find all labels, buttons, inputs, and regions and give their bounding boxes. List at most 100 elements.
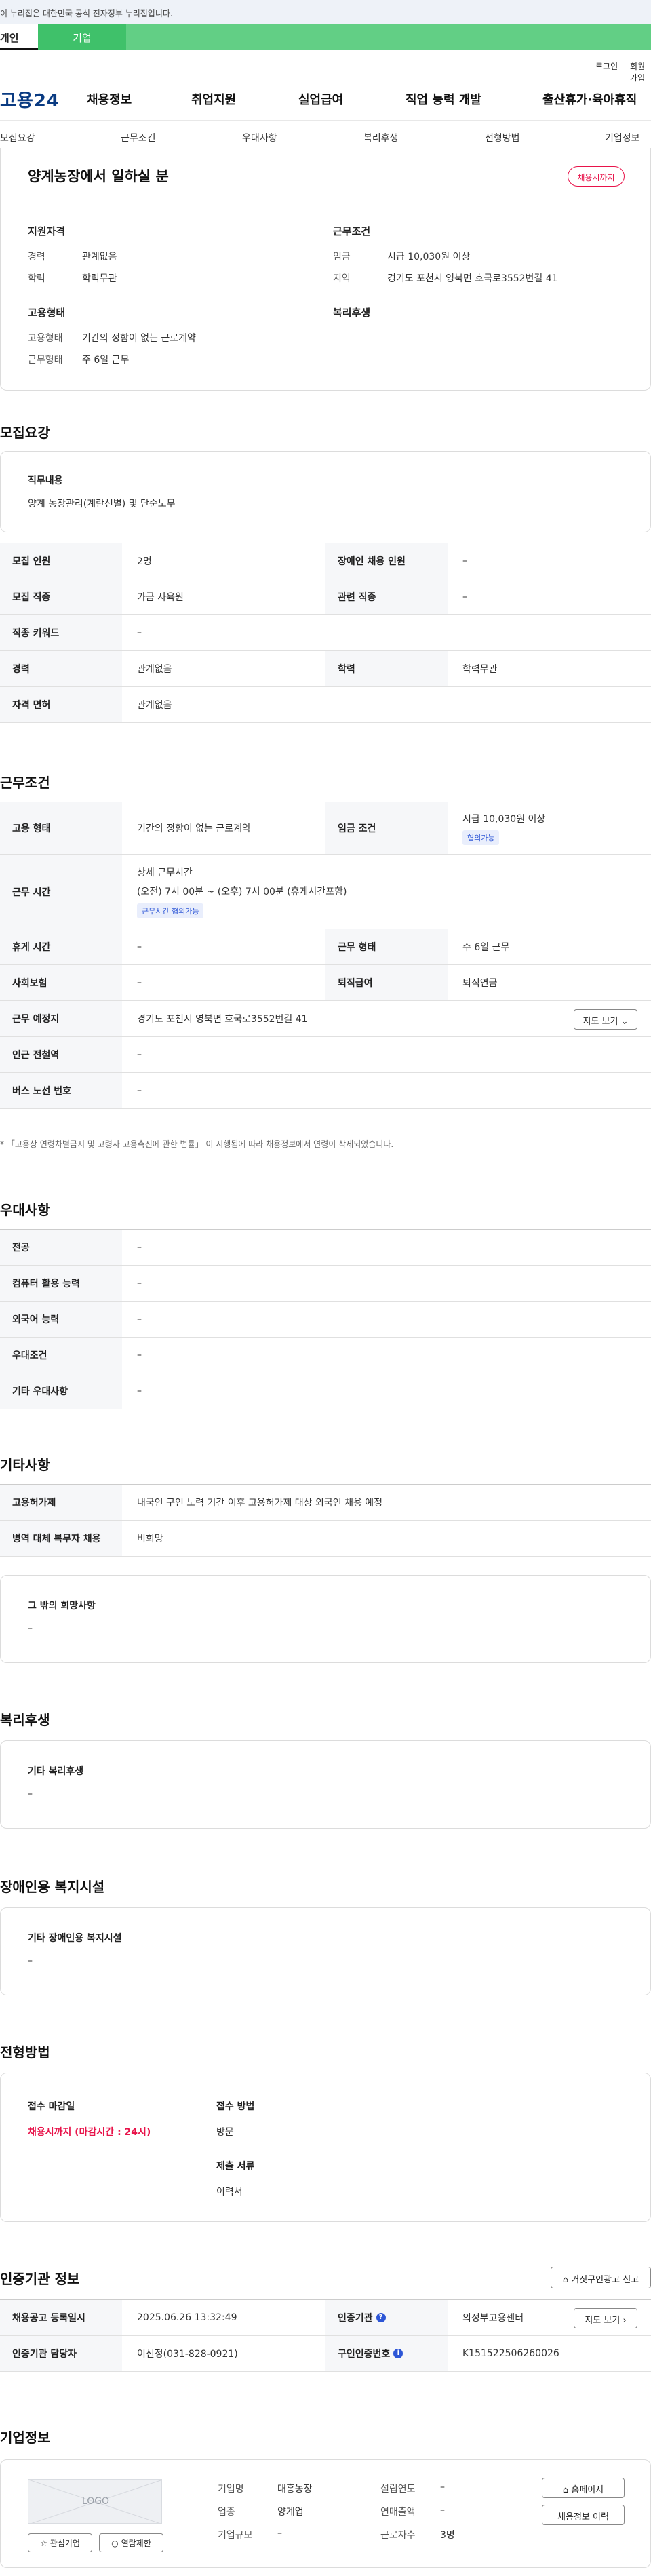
- etc-section-title: 기타사항: [0, 1457, 50, 1473]
- docs-label: 제출 서류: [216, 2161, 255, 2172]
- tab-company[interactable]: 기업: [38, 24, 126, 50]
- table-row: 모집 인원 2명 장애인 채용 인원 –: [0, 543, 651, 579]
- wage-cell: 시급 10,030원 이상 협의가능: [448, 802, 545, 854]
- emp-type-value: 기간의 정함이 없는 근로계약: [82, 333, 196, 344]
- hope-value: –: [28, 1623, 33, 1634]
- job-type-td: 가금 사육원: [137, 592, 184, 603]
- circle-icon: ○: [111, 2539, 119, 2548]
- table-row: 근무 예정지 경기도 포천시 영북면 호국로3552번길 41 지도 보기 ⌄: [0, 1001, 651, 1037]
- favorite-company-button[interactable]: ☆ 관심기업: [28, 2533, 92, 2552]
- recruit-count-th: 모집 인원: [0, 543, 122, 579]
- wage-th: 임금 조건: [326, 802, 448, 854]
- time-th: 근무 시간: [0, 855, 122, 929]
- site-logo[interactable]: 고용24: [0, 87, 60, 112]
- founded-label: 설립연도: [380, 2484, 416, 2495]
- wage-value: 시급 10,030원 이상: [387, 252, 471, 262]
- table-row: 자격 면허 관계없음: [0, 687, 651, 723]
- gnb-menu-vocational-training[interactable]: 직업 능력 개발: [406, 90, 481, 108]
- reg-date-th: 채용공고 등록일시: [0, 2300, 122, 2335]
- gnb-menu-parental-leave[interactable]: 출산휴가·육아휴직: [542, 90, 637, 108]
- recruit-table: 모집 인원 2명 장애인 채용 인원 – 모집 직종 가금 사육원 관련 직종 …: [0, 543, 651, 723]
- pref-table: 전공 – 컴퓨터 활용 능력 – 외국어 능력 – 우대조건 – 기타 우대사항 –: [0, 1229, 651, 1409]
- company-card: LOGO ☆ 관심기업 ○ 열람제한 기업명 대흥농장 업종 양계업 기업규모 …: [0, 2459, 651, 2568]
- table-row: 전공 –: [0, 1230, 651, 1266]
- snb-work-conditions[interactable]: 근무조건: [121, 131, 156, 144]
- wage-label: 임금: [333, 252, 351, 262]
- table-row: 고용 형태 기간의 정함이 없는 근로계약 임금 조건 시급 10,030원 이…: [0, 802, 651, 855]
- tab-personal[interactable]: 개인: [0, 24, 38, 50]
- insurance-th: 사회보험: [0, 965, 122, 1000]
- gnb-menu-employment-support[interactable]: 취업지원: [191, 90, 236, 108]
- duty-label: 직무내용: [28, 475, 63, 486]
- military-td: 비희망: [137, 1534, 163, 1544]
- gnb-menu-unemployment-benefit[interactable]: 실업급여: [298, 90, 343, 108]
- agency-map-button[interactable]: 지도 보기 ›: [574, 2308, 637, 2328]
- cert-number-th-label: 구인인증번호: [338, 2349, 391, 2360]
- job-type-th: 모집 직종: [0, 579, 122, 614]
- cert-number-th: 구인인증번호 i: [326, 2336, 448, 2371]
- info-icon[interactable]: ?: [376, 2313, 386, 2322]
- method-value: 방문: [216, 2127, 234, 2138]
- gnb-menu-jobs[interactable]: 채용정보: [87, 90, 132, 108]
- snb-selection[interactable]: 전형방법: [485, 131, 520, 144]
- welfare-label: 기타 복리후생: [28, 1766, 84, 1777]
- snb-welfare[interactable]: 복리후생: [363, 131, 399, 144]
- info-icon[interactable]: i: [393, 2349, 403, 2358]
- table-row: 인근 전철역 –: [0, 1037, 651, 1073]
- summary-card: 양계농장에서 일하실 분 채용시까지 지원자격 경력 관계없음 학력 학력무관 …: [0, 148, 651, 391]
- welfare-heading: 복리후생: [333, 307, 371, 319]
- snb-company[interactable]: 기업정보: [605, 131, 640, 144]
- login-link[interactable]: 로그인: [595, 60, 618, 72]
- company-name-label: 기업명: [218, 2484, 244, 2495]
- snb-recruit[interactable]: 모집요강: [0, 131, 35, 144]
- industry-value: 양계업: [277, 2507, 304, 2518]
- hope-card: 그 밖의 희망사항 –: [0, 1575, 651, 1663]
- work-permit-th: 고용허가제: [0, 1485, 122, 1520]
- job-title: 양계농장에서 일하실 분: [28, 168, 169, 184]
- company-size-value: –: [277, 2528, 282, 2539]
- disabled-count-th: 장애인 채용 인원: [326, 543, 448, 579]
- wage-negotiable-badge: 협의가능: [462, 830, 500, 845]
- disabled-card: 기타 장애인용 복지시설 –: [0, 1907, 651, 1995]
- job-history-button[interactable]: 채용정보 이력: [542, 2505, 625, 2525]
- view-restrict-button[interactable]: ○ 열람제한: [99, 2533, 163, 2552]
- table-row: 인증기관 담당자 이선정(031-828-0921) 구인인증번호 i K1515…: [0, 2336, 651, 2372]
- gov-banner: 이 누리집은 대한민국 공식 전자정부 누리집입니다.: [0, 0, 651, 24]
- founded-value: –: [440, 2482, 445, 2493]
- work-form-th: 근무 형태: [326, 929, 448, 964]
- station-th: 인근 전철역: [0, 1037, 122, 1072]
- sales-value: –: [440, 2505, 445, 2516]
- pref-section-title: 우대사항: [0, 1202, 50, 1218]
- table-row: 병역 대체 복무자 채용 비희망: [0, 1521, 651, 1557]
- map-view-button[interactable]: 지도 보기 ⌄: [574, 1009, 637, 1030]
- edu-td: 학력무관: [462, 664, 498, 675]
- rest-th: 휴게 시간: [0, 929, 122, 964]
- bus-th: 버스 노선 번호: [0, 1073, 122, 1108]
- company-logo-placeholder: LOGO: [28, 2479, 162, 2524]
- place-td: 경기도 포천시 영북면 호국로3552번길 41: [137, 1014, 308, 1025]
- pref-etc-td: –: [137, 1386, 142, 1397]
- emp-type-th: 고용 형태: [0, 802, 122, 854]
- method-label: 접수 방법: [216, 2101, 255, 2112]
- work-form-label: 근무형태: [28, 355, 63, 366]
- manager-td: 이선정(031-828-0921): [137, 2349, 238, 2360]
- logo-placeholder-text: LOGO: [81, 2496, 110, 2507]
- job-keyword-td: –: [137, 627, 142, 638]
- report-fake-ad-button[interactable]: ⌂ 거짓구인광고 신고: [551, 2267, 651, 2288]
- career-th: 경력: [0, 651, 122, 686]
- retire-td: 퇴직연금: [462, 978, 498, 989]
- home-report-icon: ⌂: [562, 2275, 569, 2285]
- snb-preferences[interactable]: 우대사항: [242, 131, 277, 144]
- homepage-button[interactable]: ⌂ 홈페이지: [542, 2478, 625, 2498]
- manager-th: 인증기관 담당자: [0, 2336, 122, 2371]
- welfare-value: –: [28, 1789, 33, 1799]
- selection-section-title: 전형방법: [0, 2044, 50, 2061]
- agency-th: 인증기관?: [326, 2300, 448, 2335]
- staff-value: 3명: [440, 2530, 455, 2541]
- recruit-section-title: 모집요강: [0, 425, 50, 441]
- retire-th: 퇴직급여: [326, 965, 448, 1000]
- qual-heading: 지원자격: [28, 225, 66, 237]
- career-value: 관계없음: [82, 252, 117, 262]
- work-table: 고용 형태 기간의 정함이 없는 근로계약 임금 조건 시급 10,030원 이…: [0, 802, 651, 1109]
- tab-bar-fill: [126, 24, 651, 50]
